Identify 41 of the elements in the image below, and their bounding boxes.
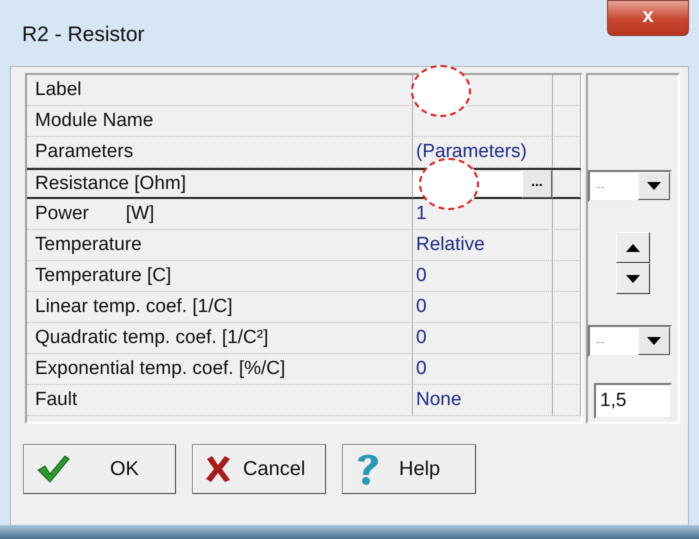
property-name: Linear temp. coef. [1/C] xyxy=(34,296,232,318)
property-value: 1 xyxy=(415,203,427,225)
property-value: 0 xyxy=(415,265,427,287)
ok-button[interactable]: OK xyxy=(23,444,176,494)
dropdown-arrow-icon xyxy=(647,182,661,190)
property-row[interactable]: Exponential temp. coef. [%/C] 0 xyxy=(27,354,581,385)
property-row[interactable]: Temperature [C] 0 xyxy=(27,261,581,292)
property-name: Power [W] xyxy=(34,203,154,225)
property-value: 0 xyxy=(415,296,427,318)
property-row[interactable]: Linear temp. coef. [1/C] 0 xyxy=(27,292,581,323)
property-name: Resistance [Ohm] xyxy=(34,173,186,195)
up-arrow-icon xyxy=(626,244,640,252)
property-name: Temperature xyxy=(34,234,142,256)
property-name: Parameters xyxy=(34,141,134,163)
close-button[interactable]: x xyxy=(607,0,689,36)
value-field[interactable]: 1,5 xyxy=(594,383,672,419)
property-row[interactable]: Temperature Relative xyxy=(27,230,581,261)
property-value: 0 xyxy=(415,358,427,380)
down-arrow-icon xyxy=(626,274,640,282)
property-row[interactable]: Fault None xyxy=(27,385,581,416)
checkmark-icon xyxy=(36,454,70,484)
property-name: Module Name xyxy=(34,110,154,132)
up-button[interactable] xyxy=(616,232,650,263)
dropdown-arrow-icon xyxy=(647,337,661,345)
property-name: Quadratic temp. coef. [1/C²] xyxy=(34,327,268,349)
cancel-button[interactable]: Cancel xyxy=(192,444,326,494)
property-value: Relative xyxy=(415,234,485,256)
browse-button[interactable]: ... xyxy=(522,170,552,198)
property-value: 0 xyxy=(415,327,427,349)
property-name: Exponential temp. coef. [%/C] xyxy=(34,358,286,380)
help-button[interactable]: Help xyxy=(342,444,476,494)
property-value: None xyxy=(415,389,462,411)
down-button[interactable] xyxy=(616,263,650,294)
window-title: R2 - Resistor xyxy=(22,23,145,47)
property-value: (Parameters) xyxy=(415,141,527,163)
property-name: Fault xyxy=(34,389,78,411)
question-mark-icon xyxy=(355,452,381,486)
property-row[interactable]: Quadratic temp. coef. [1/C²] 0 xyxy=(27,323,581,354)
x-mark-icon xyxy=(205,455,231,483)
property-name: Temperature [C] xyxy=(34,265,172,287)
property-name: Label xyxy=(34,79,82,101)
